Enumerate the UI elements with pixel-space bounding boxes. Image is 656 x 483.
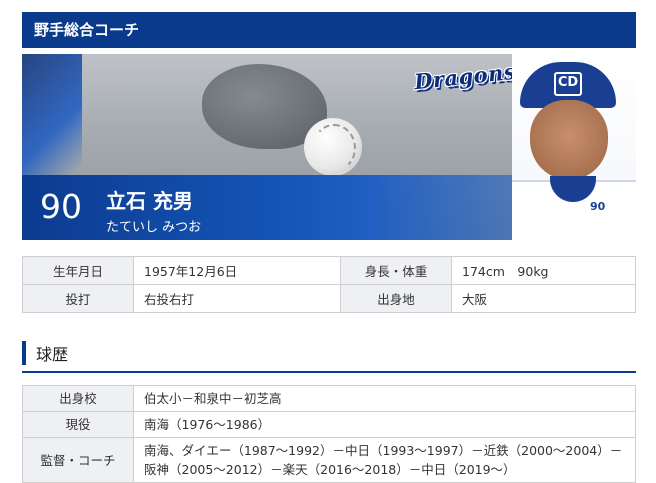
- team-logo: Dragons: [412, 58, 512, 95]
- cap-logo: CD: [554, 72, 582, 96]
- uniform-number: 90: [40, 187, 82, 226]
- table-row: 現役 南海（1976～1986）: [22, 411, 636, 438]
- career-table: 出身校 伯太小－和泉中－初芝高 現役 南海（1976～1986） 監督・コーチ …: [22, 385, 636, 483]
- table-row: 監督・コーチ 南海、ダイエー（1987～1992）－中日（1993～1997）－…: [22, 437, 636, 483]
- table-row: 出身校 伯太小－和泉中－初芝高: [22, 385, 636, 412]
- table-cell: 伯太小－和泉中－初芝高: [133, 385, 636, 412]
- jersey-number: 90: [590, 200, 606, 213]
- table-header-cell: 身長・体重: [340, 256, 452, 285]
- table-header-cell: 出身校: [22, 385, 134, 412]
- profile-table: 生年月日 1957年12月6日 身長・体重 174cm 90kg 投打 右投右打…: [22, 256, 636, 313]
- section-title: 球歴: [36, 345, 69, 364]
- table-header-cell: 出身地: [340, 284, 452, 313]
- table-header-cell: 監督・コーチ: [22, 437, 134, 483]
- coach-portrait: CD 90: [512, 54, 636, 240]
- heading-accent-bar: [22, 341, 26, 365]
- table-cell: 南海、ダイエー（1987～1992）－中日（1993～1997）－近鉄（2000…: [133, 437, 636, 483]
- table-cell: 174cm 90kg: [451, 256, 636, 285]
- hero-photo: Dragons 90 立石 充男 たていし みつお: [22, 54, 512, 240]
- table-cell: 右投右打: [133, 284, 341, 313]
- coach-name: 立石 充男: [106, 189, 193, 213]
- table-cell: 1957年12月6日: [133, 256, 341, 285]
- hero-banner: Dragons 90 立石 充男 たていし みつお CD 90: [22, 54, 636, 240]
- name-band: 90 立石 充男 たていし みつお: [22, 175, 512, 240]
- table-header-cell: 投打: [22, 284, 134, 313]
- table-row: 生年月日 1957年12月6日 身長・体重 174cm 90kg: [22, 256, 636, 285]
- face-image: [530, 100, 608, 180]
- table-row: 投打 右投右打 出身地 大阪: [22, 284, 636, 313]
- table-header-cell: 現役: [22, 411, 134, 438]
- table-cell: 南海（1976～1986）: [133, 411, 636, 438]
- section-heading: 球歴: [22, 335, 636, 373]
- table-cell: 大阪: [451, 284, 636, 313]
- baseball-image: [304, 118, 362, 176]
- coach-name-kana: たていし みつお: [106, 220, 202, 235]
- coach-profile: 野手総合コーチ Dragons 90 立石 充男 たていし みつお CD 90 …: [22, 12, 636, 483]
- position-title: 野手総合コーチ: [22, 12, 636, 48]
- table-header-cell: 生年月日: [22, 256, 134, 285]
